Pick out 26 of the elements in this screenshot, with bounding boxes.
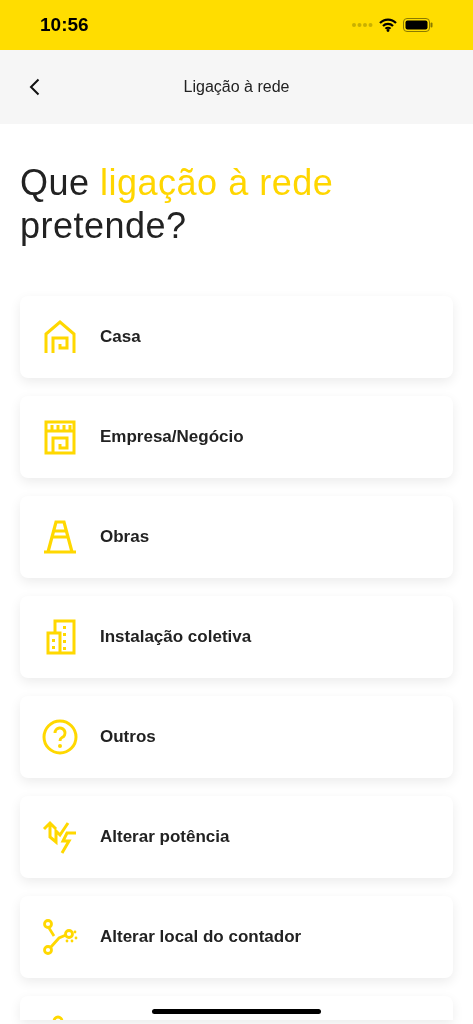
page-heading: Que ligação à rede pretende? xyxy=(20,161,335,247)
option-card[interactable]: Obras xyxy=(20,496,453,578)
option-card[interactable]: Casa xyxy=(20,296,453,378)
option-card[interactable]: Instalação coletiva xyxy=(20,596,453,678)
option-label: Empresa/Negócio xyxy=(100,426,244,449)
lightning-arrows-icon xyxy=(41,818,79,856)
option-label: Casa xyxy=(100,326,141,349)
question-icon xyxy=(41,718,79,756)
option-label: Alterar potência xyxy=(100,826,230,849)
status-time: 10:56 xyxy=(40,12,89,37)
screen-title: Ligação à rede xyxy=(183,77,290,97)
option-card[interactable]: Outros xyxy=(20,696,453,778)
wifi-icon xyxy=(379,18,397,32)
option-card[interactable]: Alterar potência xyxy=(20,796,453,878)
option-label: Obras xyxy=(100,526,150,549)
option-card[interactable]: Alterar local do contador xyxy=(20,896,453,978)
battery-icon xyxy=(403,18,433,32)
option-card[interactable]: Empresa/Negócio xyxy=(20,396,453,478)
traffic-cone-icon xyxy=(41,518,79,556)
option-label: Outros xyxy=(100,726,156,749)
option-label: Alterar local do contador xyxy=(100,926,302,949)
option-label: Instalação coletiva xyxy=(100,626,252,649)
signal-icon xyxy=(351,22,373,28)
back-icon xyxy=(28,78,40,96)
location-icon xyxy=(51,1014,65,1020)
route-icon xyxy=(41,918,79,956)
